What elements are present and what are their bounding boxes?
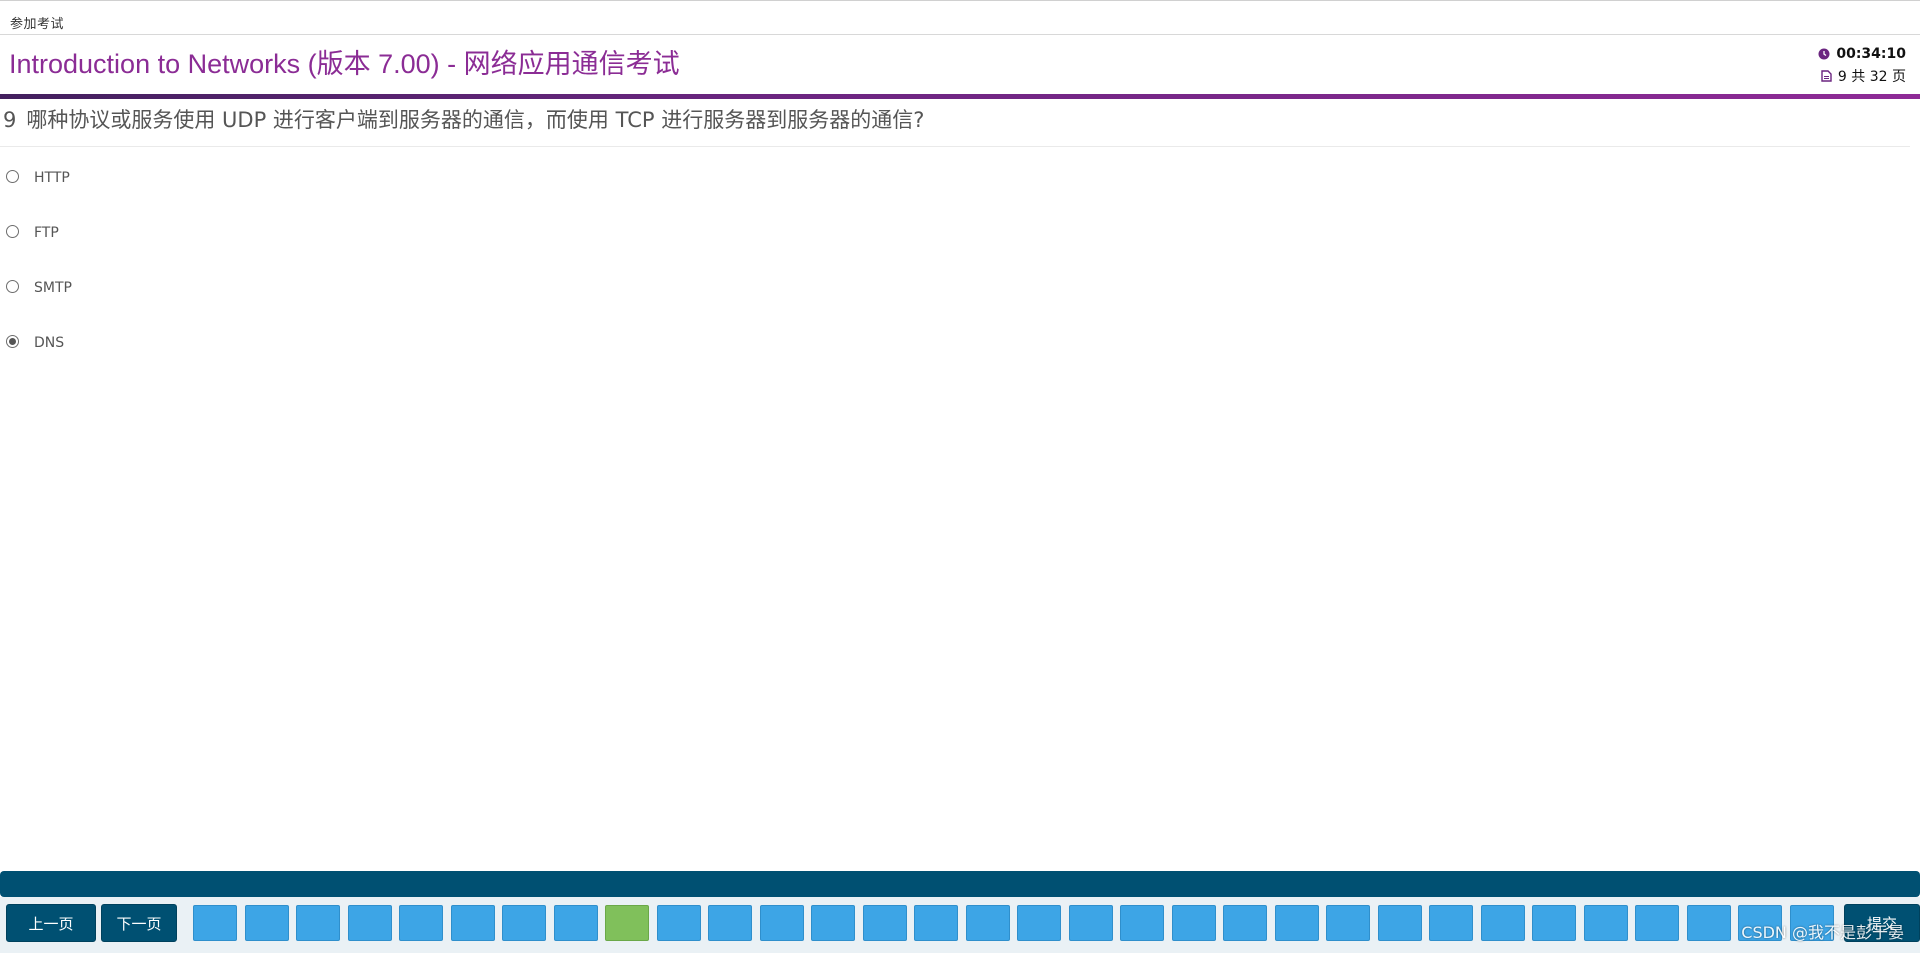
question-nav-box[interactable] bbox=[1017, 905, 1061, 941]
question-text: 哪种协议或服务使用 UDP 进行客户端到服务器的通信，而使用 TCP 进行服务器… bbox=[26, 108, 925, 132]
answer-option-dns[interactable]: DNS bbox=[6, 331, 64, 351]
option-label: FTP bbox=[34, 225, 59, 241]
question-nav-box[interactable] bbox=[554, 905, 598, 941]
page-info-row: 9 共 32 页 bbox=[1818, 65, 1906, 87]
header-divider bbox=[0, 34, 1920, 35]
page-title: Introduction to Networks (版本 7.00) - 网络应… bbox=[9, 49, 680, 79]
breadcrumb: 参加考试 bbox=[10, 17, 65, 32]
question-nav-box[interactable] bbox=[1378, 905, 1422, 941]
question-nav-box[interactable] bbox=[914, 905, 958, 941]
question-nav-box[interactable] bbox=[708, 905, 752, 941]
question-nav-box[interactable] bbox=[1532, 905, 1576, 941]
answer-option-http[interactable]: HTTP bbox=[6, 166, 70, 186]
question-nav-box[interactable] bbox=[245, 905, 289, 941]
question-nav-box[interactable] bbox=[1635, 905, 1679, 941]
question-nav-box[interactable] bbox=[1584, 905, 1628, 941]
watermark: CSDN @我不是彭于晏 bbox=[1741, 923, 1904, 942]
question-nav-box[interactable] bbox=[193, 905, 237, 941]
timer-row: 00:34:10 bbox=[1818, 43, 1906, 65]
question-nav-box[interactable] bbox=[1429, 905, 1473, 941]
question-nav-box[interactable] bbox=[811, 905, 855, 941]
question-nav-box[interactable] bbox=[1223, 905, 1267, 941]
question-nav-box[interactable] bbox=[1326, 905, 1370, 941]
clock-icon bbox=[1818, 48, 1830, 60]
timer: 00:34:10 bbox=[1836, 46, 1906, 62]
top-border bbox=[0, 0, 1920, 1]
radio-button[interactable] bbox=[6, 224, 19, 238]
answer-option-ftp[interactable]: FTP bbox=[6, 221, 59, 241]
header-accent-bar bbox=[0, 94, 1920, 99]
question-nav-box[interactable] bbox=[760, 905, 804, 941]
question-nav-box[interactable] bbox=[296, 905, 340, 941]
next-button[interactable]: 下一页 bbox=[101, 904, 177, 942]
option-label: DNS bbox=[34, 335, 65, 351]
prev-button[interactable]: 上一页 bbox=[6, 904, 96, 942]
answer-option-smtp[interactable]: SMTP bbox=[6, 276, 72, 296]
question-nav-box[interactable] bbox=[1275, 905, 1319, 941]
page-info: 9 共 32 页 bbox=[1837, 69, 1906, 85]
question-nav-box[interactable] bbox=[1120, 905, 1164, 941]
option-label: HTTP bbox=[34, 170, 70, 186]
question-nav-box[interactable] bbox=[1687, 905, 1731, 941]
question-nav-box[interactable] bbox=[1172, 905, 1216, 941]
question-number: 9 bbox=[3, 108, 17, 132]
radio-button[interactable] bbox=[6, 169, 19, 183]
question-nav-box[interactable] bbox=[399, 905, 443, 941]
question-nav-box[interactable] bbox=[863, 905, 907, 941]
page-icon bbox=[1821, 70, 1832, 82]
question-nav-box[interactable] bbox=[1069, 905, 1113, 941]
question-nav-box[interactable] bbox=[502, 905, 546, 941]
nav-band bbox=[0, 871, 1920, 897]
question-nav-box[interactable] bbox=[451, 905, 495, 941]
radio-button[interactable] bbox=[6, 279, 19, 293]
exam-meta: 00:34:10 9 共 32 页 bbox=[1818, 43, 1906, 87]
question-nav-box[interactable] bbox=[605, 905, 649, 941]
question-nav-box[interactable] bbox=[348, 905, 392, 941]
radio-button[interactable] bbox=[6, 334, 19, 348]
question-nav-box[interactable] bbox=[657, 905, 701, 941]
option-label: SMTP bbox=[34, 280, 72, 296]
question-nav-box[interactable] bbox=[966, 905, 1010, 941]
question: 9 哪种协议或服务使用 UDP 进行客户端到服务器的通信，而使用 TCP 进行服务… bbox=[3, 104, 924, 134]
question-nav-box[interactable] bbox=[1481, 905, 1525, 941]
question-divider bbox=[0, 146, 1910, 147]
